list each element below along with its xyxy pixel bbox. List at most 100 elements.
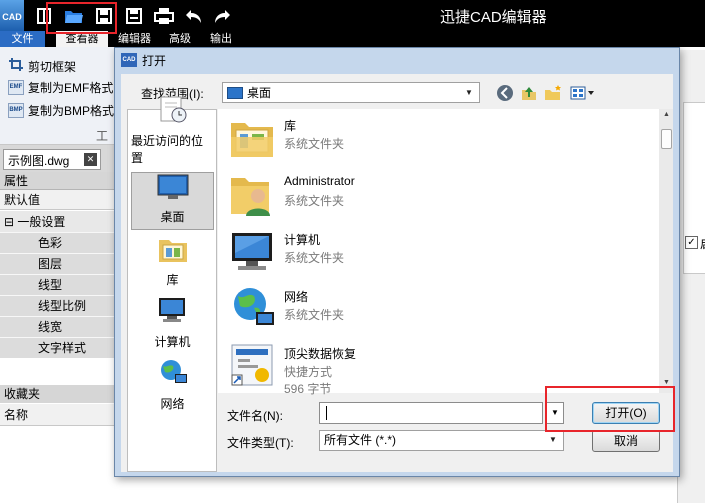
property-row[interactable]: 色彩 — [0, 232, 114, 253]
view-menu-icon — [570, 86, 594, 100]
place-libraries[interactable]: 库 — [131, 234, 214, 292]
property-row[interactable]: 文字样式 — [0, 337, 114, 358]
shortcut-icon — [228, 341, 276, 389]
chevron-down-icon[interactable]: ▼ — [461, 84, 477, 101]
option-checkbox[interactable]: ✓ — [685, 236, 698, 249]
filename-label: 文件名(N): — [227, 409, 283, 423]
up-folder-button[interactable] — [519, 83, 539, 103]
property-row[interactable]: 线型 — [0, 274, 114, 295]
property-row[interactable]: 图层 — [0, 253, 114, 274]
scrollbar-thumb[interactable] — [661, 129, 672, 149]
tab-viewer[interactable]: 查看器 — [56, 31, 108, 47]
document-tab[interactable]: 示例图.dwg ✕ — [3, 149, 101, 170]
computer-icon — [157, 296, 189, 329]
filetype-select[interactable]: 所有文件 (*.*) ▼ — [319, 430, 564, 451]
file-type: 快捷方式 — [284, 365, 333, 379]
redo-icon[interactable] — [211, 5, 233, 27]
new-folder-icon — [545, 85, 561, 100]
desktop-icon — [156, 173, 190, 204]
close-icon[interactable]: ✕ — [84, 153, 97, 166]
dialog-title: 打开 — [142, 54, 167, 68]
emf-icon: EMF — [8, 80, 24, 95]
ribbon-panel: 剪切框架 EMF 复制为EMF格式 BMP 复制为BMP格式 工 — [0, 47, 120, 145]
properties-default[interactable]: 默认值 — [0, 190, 114, 210]
place-computer[interactable]: 计算机 — [131, 296, 214, 354]
list-item[interactable]: 计算机 系统文件夹 — [228, 225, 648, 281]
file-name: 库 — [284, 119, 297, 133]
filetype-value: 所有文件 (*.*) — [324, 433, 397, 447]
crop-frame-label: 剪切框架 — [28, 59, 77, 74]
filename-input[interactable] — [319, 402, 543, 424]
place-desktop[interactable]: 桌面 — [131, 172, 214, 230]
app-titlebar: CAD 迅捷CAD编辑器 — [0, 0, 705, 31]
file-name: 网络 — [284, 290, 309, 304]
recent-places-icon — [157, 95, 189, 128]
open-button[interactable]: 打开(O) — [592, 402, 660, 424]
properties-panel: 属性 默认值 ⊟ 一般设置 色彩 图层 线型 线型比例 线宽 文字样式 — [0, 172, 114, 503]
tab-output[interactable]: 输出 — [210, 31, 232, 47]
file-list: 库 系统文件夹 Administrator 系统文件夹 计算机 系统文件夹 网络… — [218, 109, 673, 396]
chevron-down-icon[interactable]: ▼ — [545, 431, 561, 448]
network-icon — [228, 284, 276, 332]
file-name: 计算机 — [284, 233, 321, 247]
tab-editor[interactable]: 编辑器 — [118, 31, 151, 47]
properties-header: 属性 — [0, 172, 114, 190]
place-desktop-label: 桌面 — [160, 210, 185, 224]
ribbon-group-label: 工 — [96, 129, 109, 143]
list-item[interactable]: 库 系统文件夹 — [228, 111, 648, 167]
copy-bmp-label: 复制为BMP格式 — [28, 104, 115, 118]
filetype-label: 文件类型(T): — [227, 436, 294, 450]
print-icon[interactable] — [153, 5, 175, 27]
back-button[interactable] — [495, 83, 515, 103]
place-recent-label: 最近访问的位置 — [131, 134, 204, 165]
property-row[interactable]: 线宽 — [0, 316, 114, 337]
cad-icon: CAD — [121, 53, 137, 67]
place-network-label: 网络 — [160, 397, 185, 411]
tab-file[interactable]: 文件 — [0, 31, 45, 47]
filename-dropdown[interactable]: ▼ — [546, 402, 564, 424]
favorites-header: 收藏夹 — [0, 385, 114, 403]
scroll-down-icon[interactable]: ▼ — [661, 379, 672, 391]
place-libraries-label: 库 — [166, 273, 179, 287]
save-as-icon[interactable] — [123, 5, 145, 27]
places-bar: 最近访问的位置 桌面 库 计算机 网络 — [127, 96, 217, 472]
user-folder-icon — [228, 170, 276, 218]
list-item[interactable]: Administrator 系统文件夹 — [228, 168, 648, 224]
app-title: 迅捷CAD编辑器 — [440, 9, 547, 26]
copy-emf-button[interactable]: EMF 复制为EMF格式 — [8, 79, 113, 96]
dialog-titlebar[interactable]: CAD 打开 — [115, 48, 679, 72]
copy-bmp-button[interactable]: BMP 复制为BMP格式 — [8, 102, 114, 119]
place-recent[interactable]: 最近访问的位置 — [131, 96, 214, 170]
new-file-icon[interactable] — [33, 5, 55, 27]
save-icon[interactable] — [93, 5, 115, 27]
open-folder-icon[interactable] — [63, 5, 85, 27]
chevron-down-icon: ▼ — [551, 408, 559, 417]
up-folder-icon — [522, 87, 536, 100]
desktop-icon — [227, 86, 243, 99]
dialog-body: 查找范围(I): 桌面 ▼ 最近访问的位置 桌面 库 计算机 网络 库 系统文件… — [121, 74, 673, 472]
collapse-icon[interactable]: ⊟ — [4, 215, 14, 229]
file-type: 系统文件夹 — [284, 308, 345, 322]
cancel-button[interactable]: 取消 — [592, 430, 660, 452]
property-row[interactable]: 线型比例 — [0, 295, 114, 316]
library-folder-icon — [228, 113, 276, 161]
place-network[interactable]: 网络 — [131, 358, 214, 416]
look-in-select[interactable]: 桌面 ▼ — [222, 82, 480, 103]
general-settings-group[interactable]: ⊟ 一般设置 — [0, 210, 114, 232]
place-computer-label: 计算机 — [154, 335, 191, 349]
scroll-up-icon[interactable]: ▲ — [661, 111, 672, 123]
tab-advanced[interactable]: 高级 — [169, 31, 191, 47]
favorites-name-column[interactable]: 名称 — [0, 404, 114, 426]
file-list-scrollbar[interactable]: ▲ ▼ — [659, 109, 673, 393]
list-item[interactable]: 顶尖数据恢复 快捷方式 596 字节 — [228, 339, 648, 396]
view-menu-button[interactable] — [569, 83, 597, 103]
list-item[interactable]: 网络 系统文件夹 — [228, 282, 648, 338]
bmp-icon: BMP — [8, 103, 24, 118]
file-name: Administrator — [284, 174, 355, 188]
app-logo[interactable]: CAD — [0, 0, 24, 31]
crop-frame-button[interactable]: 剪切框架 — [8, 57, 76, 75]
undo-icon[interactable] — [183, 5, 205, 27]
file-size: 596 字节 — [284, 382, 332, 396]
new-folder-button[interactable] — [543, 83, 563, 103]
look-in-value: 桌面 — [247, 86, 272, 100]
